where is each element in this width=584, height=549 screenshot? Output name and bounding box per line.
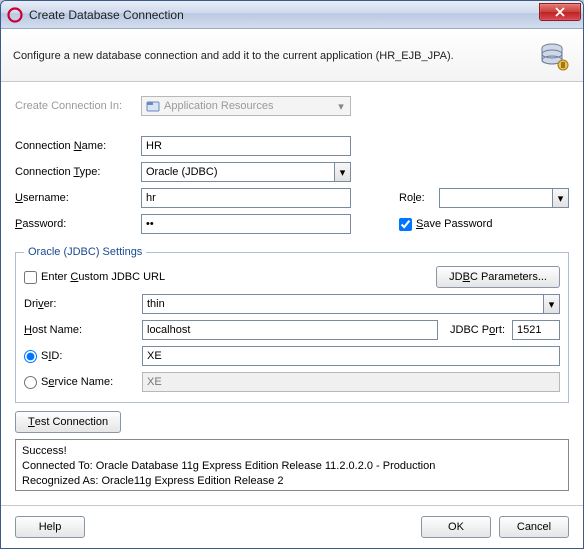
password-input[interactable] bbox=[141, 214, 351, 234]
connection-type-value: Oracle (JDBC) bbox=[142, 166, 334, 178]
jdbc-settings-fieldset: Oracle (JDBC) Settings Enter Custom JDBC… bbox=[15, 246, 569, 403]
chevron-down-icon: ▾ bbox=[334, 100, 348, 113]
sid-radio[interactable]: SID: bbox=[24, 350, 142, 363]
header-text: Configure a new database connection and … bbox=[13, 50, 537, 62]
password-label: Password: bbox=[15, 218, 141, 230]
connection-type-select[interactable]: Oracle (JDBC) ▾ bbox=[141, 162, 351, 182]
role-select[interactable]: ▾ bbox=[439, 188, 569, 208]
service-name-label: Service Name: bbox=[41, 376, 113, 388]
result-line-2: Connected To: Oracle Database 11g Expres… bbox=[22, 459, 562, 474]
chevron-down-icon[interactable]: ▾ bbox=[543, 295, 559, 313]
connection-name-label: Connection Name: bbox=[15, 140, 141, 152]
divider bbox=[1, 505, 583, 506]
create-in-value: Application Resources bbox=[164, 100, 273, 112]
cancel-button[interactable]: Cancel bbox=[499, 516, 569, 538]
save-password-box[interactable] bbox=[399, 218, 412, 231]
username-input[interactable] bbox=[141, 188, 351, 208]
footer-bar: Help OK Cancel bbox=[1, 508, 583, 548]
host-name-input[interactable] bbox=[142, 320, 438, 340]
driver-label: Driver: bbox=[24, 298, 142, 310]
window-title: Create Database Connection bbox=[29, 8, 539, 22]
folder-icon bbox=[146, 99, 160, 113]
username-label: Username: bbox=[15, 192, 141, 204]
titlebar[interactable]: Create Database Connection bbox=[1, 1, 583, 29]
host-name-label: Host Name: bbox=[24, 324, 142, 336]
create-in-select: Application Resources ▾ bbox=[141, 96, 351, 116]
enter-custom-url-label: Enter Custom JDBC URL bbox=[41, 271, 165, 283]
enter-custom-url-checkbox[interactable]: Enter Custom JDBC URL bbox=[24, 271, 165, 284]
save-password-checkbox[interactable]: Save Password bbox=[399, 218, 492, 231]
result-line-3: Recognized As: Oracle11g Express Edition… bbox=[22, 474, 562, 489]
ok-button[interactable]: OK bbox=[421, 516, 491, 538]
connection-type-label: Connection Type: bbox=[15, 166, 141, 178]
header-banner: Configure a new database connection and … bbox=[1, 29, 583, 82]
sid-radio-btn[interactable] bbox=[24, 350, 37, 363]
close-button[interactable] bbox=[539, 3, 581, 21]
service-name-radio[interactable]: Service Name: bbox=[24, 376, 142, 389]
test-connection-button[interactable]: Test Connection bbox=[15, 411, 121, 433]
save-password-label: Save Password bbox=[416, 218, 492, 230]
chevron-down-icon[interactable]: ▾ bbox=[552, 189, 568, 207]
app-icon bbox=[7, 7, 23, 23]
role-label: Role: bbox=[399, 192, 439, 204]
service-name-input bbox=[142, 372, 560, 392]
create-in-label: Create Connection In: bbox=[15, 100, 141, 112]
chevron-down-icon[interactable]: ▾ bbox=[334, 163, 350, 181]
jdbc-parameters-button[interactable]: JDBC Parameters... bbox=[436, 266, 560, 288]
result-line-1: Success! bbox=[22, 444, 562, 459]
database-icon bbox=[537, 39, 571, 73]
content-area: Create Connection In: Application Resour… bbox=[1, 82, 583, 501]
driver-select[interactable]: thin ▾ bbox=[142, 294, 560, 314]
test-results-box: Success! Connected To: Oracle Database 1… bbox=[15, 439, 569, 491]
driver-value: thin bbox=[143, 298, 543, 310]
help-button[interactable]: Help bbox=[15, 516, 85, 538]
fieldset-legend: Oracle (JDBC) Settings bbox=[24, 246, 146, 258]
jdbc-port-input[interactable] bbox=[512, 320, 560, 340]
sid-label: SID: bbox=[41, 350, 62, 362]
service-radio-btn[interactable] bbox=[24, 376, 37, 389]
connection-name-input[interactable] bbox=[141, 136, 351, 156]
enter-custom-url-box[interactable] bbox=[24, 271, 37, 284]
sid-input[interactable] bbox=[142, 346, 560, 366]
jdbc-port-label: JDBC Port: bbox=[450, 324, 512, 336]
dialog-window: Create Database Connection Configure a n… bbox=[0, 0, 584, 549]
